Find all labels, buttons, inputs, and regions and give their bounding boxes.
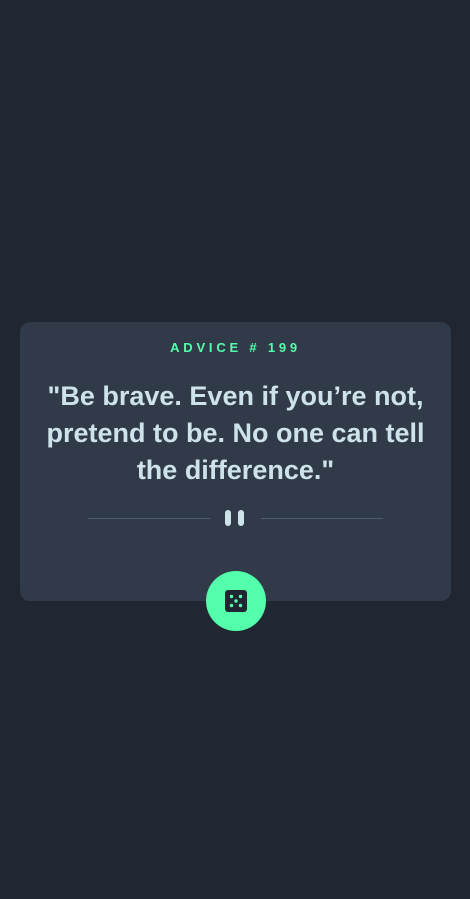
- new-advice-button[interactable]: [206, 571, 266, 631]
- page: ADVICE # 199 "Be brave. Even if you’re n…: [0, 0, 470, 899]
- divider-line-right: [261, 518, 383, 519]
- advice-quote: "Be brave. Even if you’re not, pretend t…: [46, 381, 425, 485]
- dice-icon: [225, 590, 247, 612]
- pattern-divider: [88, 510, 383, 526]
- advice-card: ADVICE # 199 "Be brave. Even if you’re n…: [20, 322, 451, 601]
- pause-bar-right: [238, 510, 244, 526]
- divider-line-left: [88, 518, 210, 519]
- pause-bar-left: [225, 510, 231, 526]
- pause-icon: [225, 510, 247, 526]
- advice-number: ADVICE # 199: [170, 340, 301, 355]
